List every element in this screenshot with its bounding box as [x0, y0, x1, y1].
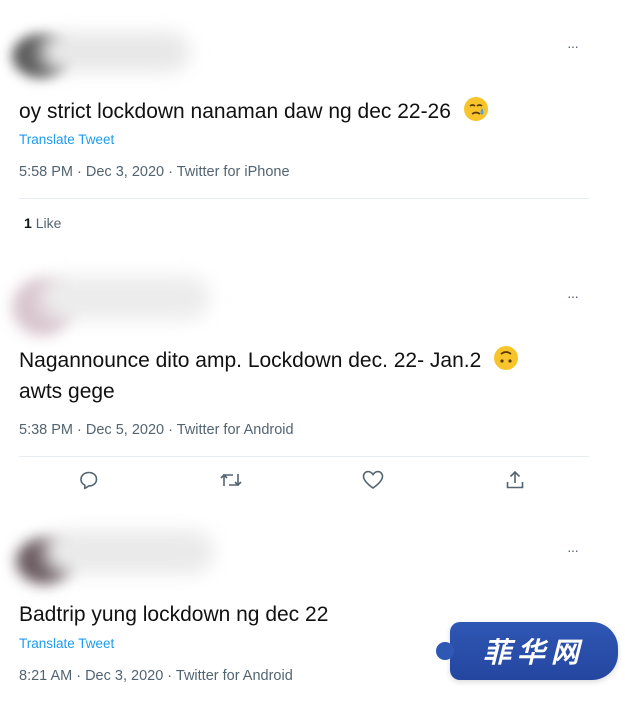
translate-tweet-link[interactable]: Translate Tweet: [19, 636, 114, 651]
watermark-text: 菲华网: [482, 636, 585, 669]
likes-number: 1: [24, 215, 32, 231]
crying-face-emoji-icon: [463, 96, 489, 131]
tweet-text: oy strict lockdown nanaman daw ng dec 22…: [19, 96, 489, 131]
username-blurred[interactable]: [40, 276, 210, 320]
share-button[interactable]: [502, 467, 528, 493]
tweet-text-line-1: Nagannounce dito amp. Lockdown dec. 22- …: [19, 345, 519, 380]
retweet-icon: [220, 473, 242, 487]
retweet-button[interactable]: [218, 467, 244, 493]
divider: [19, 456, 589, 457]
more-options-icon[interactable]: ···: [567, 288, 579, 304]
tweet-text: Badtrip yung lockdown ng dec 22: [19, 603, 329, 626]
divider: [19, 198, 589, 199]
translate-tweet-link[interactable]: Translate Tweet: [19, 132, 114, 147]
tweet-timestamp[interactable]: 8:21 AM · Dec 3, 2020 · Twitter for Andr…: [19, 668, 293, 684]
watermark-logo: 菲华网: [436, 622, 618, 680]
tweet-text-content: oy strict lockdown nanaman daw ng dec 22…: [19, 100, 451, 123]
tweet-timestamp[interactable]: 5:38 PM · Dec 5, 2020 · Twitter for Andr…: [19, 422, 294, 438]
like-button[interactable]: [360, 467, 386, 493]
upside-down-face-emoji-icon: [493, 345, 519, 380]
share-icon: [506, 470, 524, 489]
likes-count[interactable]: 1 Like: [24, 215, 61, 231]
reply-button[interactable]: [76, 467, 102, 493]
tweet-timestamp[interactable]: 5:58 PM · Dec 3, 2020 · Twitter for iPho…: [19, 164, 290, 180]
likes-label: Like: [35, 215, 62, 231]
heart-icon: [362, 470, 384, 489]
more-options-icon[interactable]: ···: [567, 542, 579, 558]
reply-icon: [80, 471, 98, 490]
username-blurred[interactable]: [40, 32, 190, 72]
username-blurred[interactable]: [44, 530, 214, 574]
tweet-text-content: Nagannounce dito amp. Lockdown dec. 22- …: [19, 349, 482, 372]
tweet-text-line-2: awts gege: [19, 380, 115, 403]
more-options-icon[interactable]: ···: [567, 38, 579, 54]
